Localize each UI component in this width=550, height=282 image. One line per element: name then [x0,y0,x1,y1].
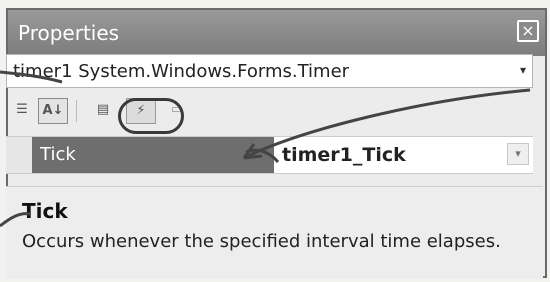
title-bar: Properties × [8,10,545,56]
categorized-icon[interactable]: ☰ [10,98,34,124]
object-selector[interactable]: timer1 System.Windows.Forms.Timer ▾ [6,54,533,88]
property-grid-row[interactable]: Tick timer1_Tick ▾ [6,136,533,174]
chevron-down-icon[interactable]: ▾ [520,63,526,77]
description-text: Occurs whenever the specified interval t… [22,231,501,252]
alphabetical-icon[interactable]: A↓ [38,98,68,124]
description-title: Tick [22,199,68,223]
property-name[interactable]: Tick [32,137,274,173]
close-icon: × [521,21,535,40]
close-button[interactable]: × [517,20,539,42]
events-button-highlight-circle [118,98,184,134]
properties-toolbar: ☰ A↓ ▤ ⚡ ▭ [6,92,533,130]
description-pane: Tick Occurs whenever the specified inter… [6,186,543,279]
toolbar-separator [76,100,77,122]
properties-icon[interactable]: ▤ [92,98,114,124]
grid-row-margin [6,137,32,173]
property-value[interactable]: timer1_Tick [282,137,406,173]
window-title: Properties [18,21,120,45]
value-dropdown-button[interactable]: ▾ [507,143,529,165]
object-selector-value: timer1 System.Windows.Forms.Timer [13,61,350,82]
